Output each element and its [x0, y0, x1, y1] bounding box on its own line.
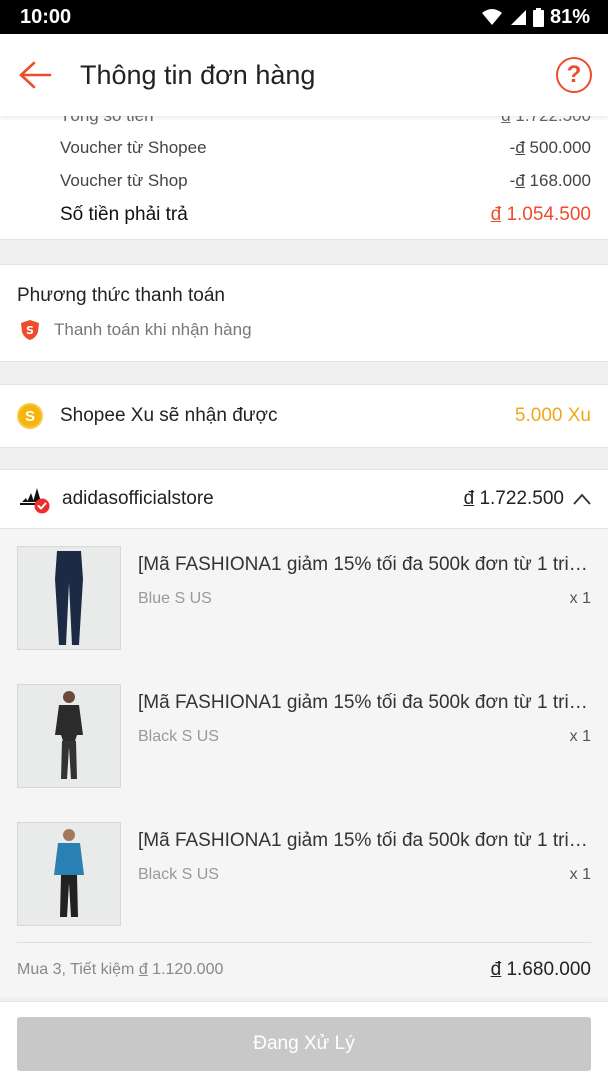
summary-label: Voucher từ Shopee [60, 138, 207, 157]
adidas-logo-icon [18, 484, 50, 514]
battery-icon [532, 7, 544, 27]
summary-value: -đ 168.000 [509, 171, 591, 190]
product-image [17, 822, 121, 926]
status-time: 10:00 [20, 5, 72, 28]
battery-percent: 81% [549, 5, 590, 28]
product-image [17, 684, 121, 788]
price-summary: Tổng số tiền đ 1.722.500 Voucher từ Shop… [0, 116, 608, 240]
order-items: [Mã FASHIONA1 giảm 15% tối đa 500k đơn t… [0, 529, 608, 997]
status-icons: 81% [481, 6, 590, 29]
payment-method-title: Phương thức thanh toán [17, 285, 225, 306]
product-title: [Mã FASHIONA1 giảm 15% tối đa 500k đơn t… [138, 554, 591, 575]
help-button[interactable]: ? [556, 57, 592, 93]
product-variant: Blue S US [138, 590, 212, 607]
wifi-icon [481, 9, 502, 25]
list-item[interactable]: [Mã FASHIONA1 giảm 15% tối đa 500k đơn t… [17, 546, 591, 650]
coins-label: Shopee Xu sẽ nhận được [60, 405, 278, 426]
summary-value: -đ 500.000 [509, 138, 591, 157]
coins-amount: 5.000 Xu [514, 405, 591, 426]
product-variant: Black S US [138, 728, 219, 745]
back-arrow-icon [19, 61, 52, 89]
summary-label: Voucher từ Shop [60, 171, 188, 190]
back-button[interactable] [0, 34, 70, 116]
shop-header[interactable]: adidasofficialstore đ 1.722.500 [0, 469, 608, 529]
shopee-shield-icon: S [21, 320, 39, 340]
savings-text: Mua 3, Tiết kiệm đ 1.120.000 [17, 960, 224, 978]
list-item[interactable]: [Mã FASHIONA1 giảm 15% tối đa 500k đơn t… [17, 822, 591, 926]
shop-name: adidasofficialstore [62, 488, 214, 509]
product-quantity: x 1 [569, 728, 591, 745]
chevron-up-icon[interactable] [572, 492, 592, 506]
app-header: Thông tin đơn hàng ? [0, 34, 608, 116]
summary-value: đ 1.722.500 [501, 116, 591, 126]
summary-row-total-amount: Tổng số tiền đ 1.722.500 [60, 116, 591, 126]
status-bar: 10:00 81% [0, 0, 608, 34]
payment-method-label: Thanh toán khi nhận hàng [54, 320, 252, 339]
amount-due-value: đ 1.054.500 [490, 204, 591, 225]
summary-row-amount-due: Số tiền phải trả đ 1.054.500 [60, 204, 591, 226]
product-variant: Black S US [138, 866, 219, 883]
page-title: Thông tin đơn hàng [80, 59, 316, 90]
summary-label: Tổng số tiền [60, 116, 154, 126]
product-quantity: x 1 [569, 866, 591, 883]
coin-icon: S [17, 403, 43, 429]
items-subtotal: đ 1.680.000 [490, 958, 591, 980]
svg-text:S: S [26, 324, 34, 337]
summary-row-shopee-voucher: Voucher từ Shopee -đ 500.000 [60, 138, 591, 158]
product-title: [Mã FASHIONA1 giảm 15% tối đa 500k đơn t… [138, 830, 591, 851]
list-item[interactable]: [Mã FASHIONA1 giảm 15% tối đa 500k đơn t… [17, 684, 591, 788]
items-footer: Mua 3, Tiết kiệm đ 1.120.000 đ 1.680.000 [17, 942, 591, 996]
amount-due-label: Số tiền phải trả [60, 204, 188, 225]
shopee-coins-row: S Shopee Xu sẽ nhận được 5.000 Xu [0, 384, 608, 448]
shop-total: đ 1.722.500 [463, 488, 564, 509]
payment-method: S Thanh toán khi nhận hàng [20, 319, 252, 341]
product-image [17, 546, 121, 650]
product-title: [Mã FASHIONA1 giảm 15% tối đa 500k đơn t… [138, 692, 591, 713]
signal-icon [510, 10, 526, 25]
product-quantity: x 1 [569, 590, 591, 607]
summary-row-shop-voucher: Voucher từ Shop -đ 168.000 [60, 171, 591, 191]
bottom-bar: Đang Xử Lý [0, 1001, 608, 1080]
help-icon: ? [566, 61, 582, 88]
payment-method-section: Phương thức thanh toán S Thanh toán khi … [0, 264, 608, 362]
processing-button[interactable]: Đang Xử Lý [17, 1017, 591, 1071]
